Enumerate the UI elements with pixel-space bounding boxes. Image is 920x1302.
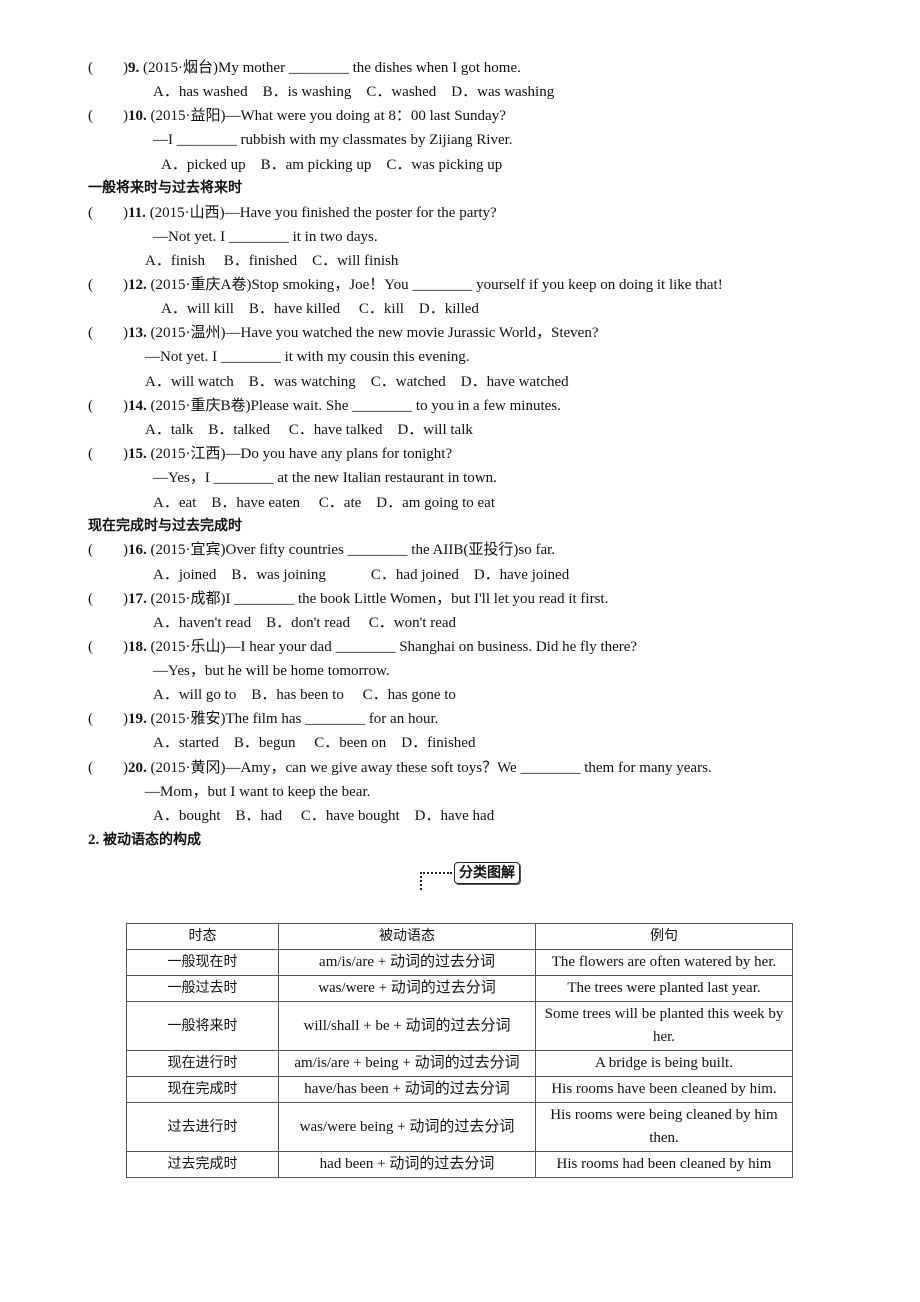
cell-tense: 一般过去时 xyxy=(126,975,279,1002)
question-18-line-2: —Yes，but he will be home tomorrow. xyxy=(153,663,390,679)
table-header-row: 时态 被动语态 例句 xyxy=(126,923,793,950)
question-16-options: A．joined B．was joining C．had joined D．ha… xyxy=(153,567,570,583)
cell-example: His rooms were being cleaned by him then… xyxy=(535,1102,793,1152)
question-20-options: A．bought B．had C．have bought D．have had xyxy=(153,808,495,824)
cell-passive-form: had been + 动词的过去分词 xyxy=(278,1151,536,1178)
cell-example: The trees were planted last year. xyxy=(535,975,793,1002)
cell-example: His rooms had been cleaned by him xyxy=(535,1151,793,1178)
passive-voice-table: 时态 被动语态 例句 一般现在时 am/is/are + 动词的过去分词 The… xyxy=(126,923,793,1178)
cell-tense: 现在进行时 xyxy=(126,1050,279,1077)
cell-passive-form: am/is/are + 动词的过去分词 xyxy=(278,949,536,976)
section-heading-perfect: 现在完成时与过去完成时 xyxy=(88,518,242,534)
cell-tense: 过去完成时 xyxy=(126,1151,279,1178)
question-12-options: A．will kill B．have killed C．kill D．kille… xyxy=(161,301,479,317)
answer-blank: ( ) xyxy=(88,711,128,727)
question-15-line-2: —Yes，I ________ at the new Italian resta… xyxy=(153,470,497,486)
answer-blank: ( ) xyxy=(88,591,128,607)
cell-passive-form: will/shall + be + 动词的过去分词 xyxy=(278,1001,536,1051)
question-19: ( )19. (2015·雅安)The film has ________ fo… xyxy=(88,711,439,727)
question-18-options: A．will go to B．has been to C．has gone to xyxy=(153,687,456,703)
question-14: ( )14. (2015·重庆B卷)Please wait. She _____… xyxy=(88,398,561,414)
cell-example: His rooms have been cleaned by him. xyxy=(535,1076,793,1103)
cell-tense: 一般现在时 xyxy=(126,949,279,976)
question-19-options: A．started B．begun C．been on D．finished xyxy=(153,735,476,751)
answer-blank: ( ) xyxy=(88,205,128,221)
question-20: ( )20. (2015·黄冈)—Amy，can we give away th… xyxy=(88,760,712,776)
table-row: 过去进行时 was/were being + 动词的过去分词 His rooms… xyxy=(126,1102,793,1152)
table-row: 过去完成时 had been + 动词的过去分词 His rooms had b… xyxy=(126,1151,793,1178)
header-example: 例句 xyxy=(535,923,793,950)
badge-label: 分类图解 xyxy=(454,862,520,884)
answer-blank: ( ) xyxy=(88,60,128,76)
question-13-options: A．will watch B．was watching C．watched D．… xyxy=(145,374,569,390)
answer-blank: ( ) xyxy=(88,325,128,341)
answer-blank: ( ) xyxy=(88,542,128,558)
answer-blank: ( ) xyxy=(88,277,128,293)
question-15: ( )15. (2015·江西)—Do you have any plans f… xyxy=(88,446,453,462)
table-row: 现在进行时 am/is/are + being + 动词的过去分词 A brid… xyxy=(126,1050,793,1077)
question-11-options: A．finish B．finished C．will finish xyxy=(145,253,399,269)
table-row: 现在完成时 have/has been + 动词的过去分词 His rooms … xyxy=(126,1076,793,1103)
question-16: ( )16. (2015·宜宾)Over fifty countries ___… xyxy=(88,542,556,558)
question-10-line-2: —I ________ rubbish with my classmates b… xyxy=(153,132,513,148)
question-17: ( )17. (2015·成都)I ________ the book Litt… xyxy=(88,591,609,607)
cell-passive-form: have/has been + 动词的过去分词 xyxy=(278,1076,536,1103)
header-passive-form: 被动语态 xyxy=(278,923,536,950)
header-tense: 时态 xyxy=(126,923,279,950)
question-20-line-2: —Mom，but I want to keep the bear. xyxy=(145,784,371,800)
cell-passive-form: was/were + 动词的过去分词 xyxy=(278,975,536,1002)
cell-example: The flowers are often watered by her. xyxy=(535,949,793,976)
table-row: 一般过去时 was/were + 动词的过去分词 The trees were … xyxy=(126,975,793,1002)
question-9-options: A．has washed B．is washing C．washed D．was… xyxy=(153,84,555,100)
question-13-line-2: —Not yet. I ________ it with my cousin t… xyxy=(145,349,470,365)
question-14-options: A．talk B．talked C．have talked D．will tal… xyxy=(145,422,473,438)
cell-example: Some trees will be planted this week by … xyxy=(535,1001,793,1051)
answer-blank: ( ) xyxy=(88,760,128,776)
question-12: ( )12. (2015·重庆A卷)Stop smoking，Joe！You _… xyxy=(88,277,723,293)
question-18: ( )18. (2015·乐山)—I hear your dad _______… xyxy=(88,639,638,655)
dotted-connector xyxy=(420,872,452,874)
question-11: ( )11. (2015·山西)—Have you finished the p… xyxy=(88,205,497,221)
answer-blank: ( ) xyxy=(88,108,128,124)
question-9: ( )9. (2015·烟台)My mother ________ the di… xyxy=(88,60,521,76)
dotted-connector xyxy=(420,872,422,890)
answer-blank: ( ) xyxy=(88,398,128,414)
question-17-options: A．haven't read B．don't read C．won't read xyxy=(153,615,457,631)
table-row: 一般现在时 am/is/are + 动词的过去分词 The flowers ar… xyxy=(126,949,793,976)
question-11-line-2: —Not yet. I ________ it in two days. xyxy=(153,229,378,245)
cell-example: A bridge is being built. xyxy=(535,1050,793,1077)
cell-tense: 现在完成时 xyxy=(126,1076,279,1103)
question-15-options: A．eat B．have eaten C．ate D．am going to e… xyxy=(153,495,495,511)
question-13: ( )13. (2015·温州)—Have you watched the ne… xyxy=(88,325,599,341)
cell-tense: 过去进行时 xyxy=(126,1102,279,1152)
question-10-options: A．picked up B．am picking up C．was pickin… xyxy=(161,157,503,173)
cell-passive-form: am/is/are + being + 动词的过去分词 xyxy=(278,1050,536,1077)
cell-passive-form: was/were being + 动词的过去分词 xyxy=(278,1102,536,1152)
section-heading-future: 一般将来时与过去将来时 xyxy=(88,180,242,196)
answer-blank: ( ) xyxy=(88,639,128,655)
cell-tense: 一般将来时 xyxy=(126,1001,279,1051)
section-heading-passive: 2. 被动语态的构成 xyxy=(88,832,201,848)
table-row: 一般将来时 will/shall + be + 动词的过去分词 Some tre… xyxy=(126,1001,793,1051)
question-10: ( )10. (2015·益阳)—What were you doing at … xyxy=(88,108,506,124)
answer-blank: ( ) xyxy=(88,446,128,462)
